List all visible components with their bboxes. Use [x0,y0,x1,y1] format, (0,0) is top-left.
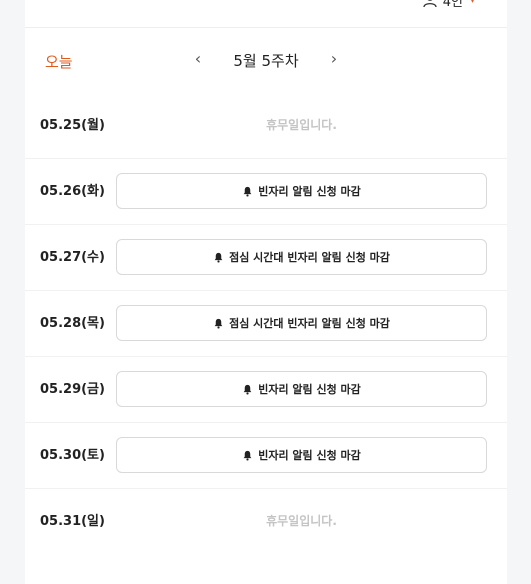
chevron-down-icon: ▾ [469,0,475,6]
prev-week-button[interactable]: ‹ [188,49,208,68]
alert-closed-button[interactable]: 빈자리 알림 신청 마감 [116,371,487,407]
day-row: 05.26(화) 빈자리 알림 신청 마감 [25,159,507,225]
day-list: 05.25(월) 휴무일입니다. 05.26(화) 빈자리 알림 신청 마감 0… [25,93,507,554]
today-button[interactable]: 오늘 [45,51,73,72]
day-date: 05.31(일) [40,514,105,529]
alert-closed-button[interactable]: 빈자리 알림 신청 마감 [116,173,487,209]
day-date: 05.27(수) [40,250,105,265]
day-date: 05.26(화) [40,184,105,199]
alert-button-label: 점심 시간대 빈자리 알림 신청 마감 [229,317,390,330]
next-week-button[interactable]: › [324,49,344,68]
day-date: 05.29(금) [40,382,105,397]
alert-button-label: 빈자리 알림 신청 마감 [258,383,361,396]
alert-button-label: 빈자리 알림 신청 마감 [258,185,361,198]
alert-closed-button[interactable]: 점심 시간대 빈자리 알림 신청 마감 [116,305,487,341]
person-icon [422,0,438,8]
bell-icon [242,186,253,197]
reservation-panel: 4인 ▾ 오늘 ‹ 5월 5주차 › 05.25(월) 휴무일입니다. 05.2… [25,0,507,584]
party-size-bar: 4인 ▾ [25,0,507,28]
bell-icon [213,252,224,263]
party-size-selector[interactable]: 4인 ▾ [422,0,475,10]
week-label: 5월 5주차 [233,52,299,70]
day-row: 05.25(월) 휴무일입니다. [25,93,507,159]
week-navigator: 오늘 ‹ 5월 5주차 › [25,27,507,93]
alert-closed-button[interactable]: 빈자리 알림 신청 마감 [116,437,487,473]
bell-icon [242,450,253,461]
alert-button-label: 점심 시간대 빈자리 알림 신청 마감 [229,251,390,264]
day-date: 05.28(목) [40,316,105,331]
party-size-value: 4인 [442,0,463,10]
holiday-notice: 휴무일입니다. [266,118,337,132]
day-row: 05.27(수) 점심 시간대 빈자리 알림 신청 마감 [25,225,507,291]
holiday-notice: 휴무일입니다. [266,514,337,528]
day-row: 05.31(일) 휴무일입니다. [25,489,507,554]
bell-icon [213,318,224,329]
day-row: 05.28(목) 점심 시간대 빈자리 알림 신청 마감 [25,291,507,357]
alert-button-label: 빈자리 알림 신청 마감 [258,449,361,462]
alert-closed-button[interactable]: 점심 시간대 빈자리 알림 신청 마감 [116,239,487,275]
day-row: 05.29(금) 빈자리 알림 신청 마감 [25,357,507,423]
bell-icon [242,384,253,395]
day-date: 05.30(토) [40,448,105,463]
day-row: 05.30(토) 빈자리 알림 신청 마감 [25,423,507,489]
day-date: 05.25(월) [40,118,105,133]
